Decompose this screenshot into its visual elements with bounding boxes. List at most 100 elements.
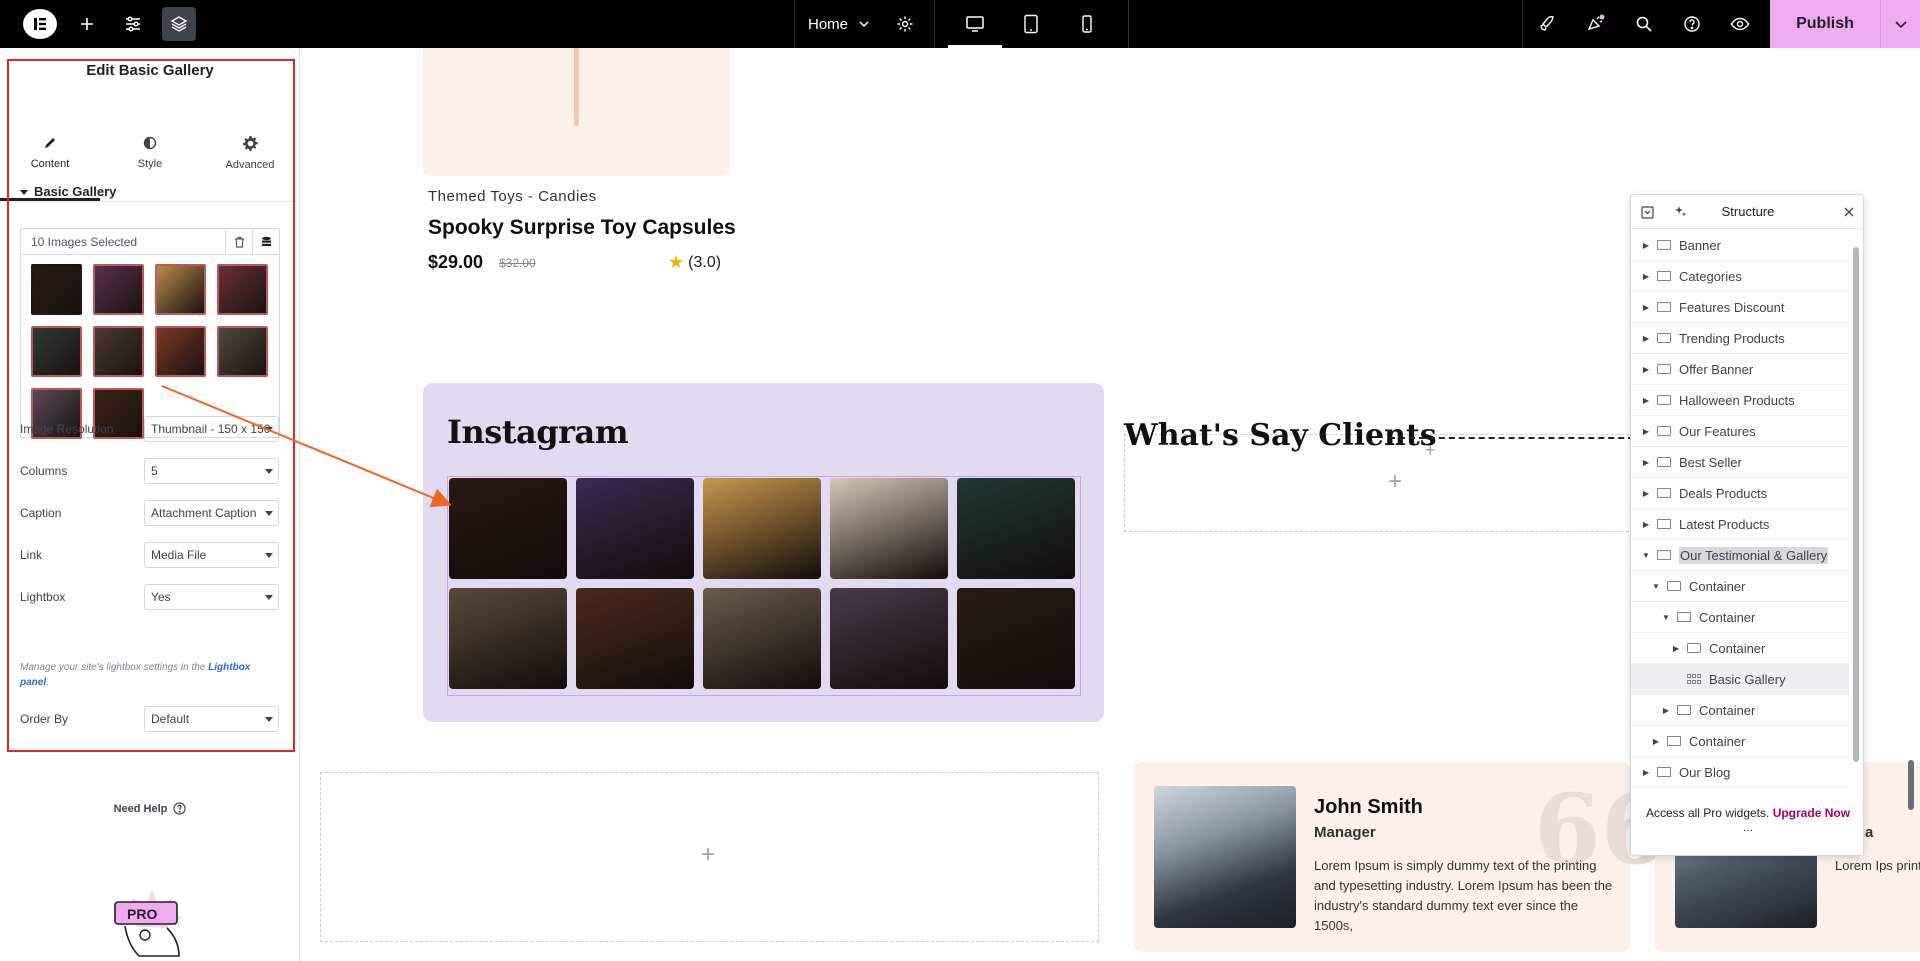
caret-right-icon[interactable]: ▶ bbox=[1651, 737, 1661, 746]
upgrade-now-link[interactable]: Upgrade Now bbox=[1773, 806, 1850, 820]
structure-scrollbar[interactable] bbox=[1853, 247, 1859, 762]
caret-down-icon bbox=[265, 553, 273, 558]
settings-gear-icon[interactable] bbox=[888, 0, 922, 48]
notification-icon[interactable] bbox=[1578, 0, 1612, 48]
structure-item[interactable]: ▼ Container bbox=[1631, 602, 1849, 633]
caret-right-icon[interactable]: ▶ bbox=[1641, 768, 1651, 777]
need-help-link[interactable]: Need Help bbox=[0, 802, 300, 815]
gallery-thumbnail[interactable] bbox=[31, 264, 82, 315]
structure-item[interactable]: ▶ Deals Products bbox=[1631, 478, 1849, 509]
structure-item[interactable]: ▶ Our Features bbox=[1631, 416, 1849, 447]
canvas-scrollbar[interactable] bbox=[1908, 760, 1914, 810]
empty-container[interactable]: + bbox=[320, 772, 1099, 942]
images-selected-label[interactable]: 10 Images Selected bbox=[21, 235, 225, 249]
structure-item[interactable]: ▶ Container bbox=[1631, 726, 1849, 757]
gallery-thumbnail[interactable] bbox=[155, 264, 206, 315]
add-element-plus-icon[interactable]: + bbox=[1388, 468, 1402, 496]
caret-right-icon[interactable]: ▶ bbox=[1641, 520, 1651, 529]
structure-item[interactable]: ▶ Container bbox=[1631, 633, 1849, 664]
structure-item[interactable]: ▶ Halloween Products bbox=[1631, 385, 1849, 416]
caret-down-icon[interactable]: ▼ bbox=[1641, 551, 1651, 560]
structure-item[interactable]: ▶ Categories bbox=[1631, 261, 1849, 292]
search-icon[interactable] bbox=[1627, 0, 1661, 48]
structure-item[interactable]: ▶ Latest Products bbox=[1631, 509, 1849, 540]
page-selector[interactable]: Home bbox=[808, 0, 870, 48]
structure-item[interactable]: ▼ Container bbox=[1631, 571, 1849, 602]
caret-right-icon[interactable]: ▶ bbox=[1671, 644, 1681, 653]
structure-item[interactable]: ▶ Features Discount bbox=[1631, 292, 1849, 323]
testimonial-card[interactable]: John Smith Manager 66 Lorem Ipsum is sim… bbox=[1134, 762, 1668, 952]
gallery-image[interactable] bbox=[449, 478, 567, 579]
structure-item[interactable]: ▶Best Brands bbox=[1631, 788, 1849, 790]
database-icon[interactable] bbox=[252, 228, 279, 255]
caret-down-icon[interactable]: ▼ bbox=[1661, 613, 1671, 622]
caret-right-icon[interactable]: ▶ bbox=[1641, 303, 1651, 312]
caret-down-icon[interactable]: ▼ bbox=[1651, 582, 1661, 591]
trash-icon[interactable] bbox=[225, 228, 252, 255]
structure-item[interactable]: ▶ Offer Banner bbox=[1631, 354, 1849, 385]
structure-item[interactable]: ▼ Our Testimonial & Gallery bbox=[1631, 540, 1849, 571]
add-element-plus-icon[interactable]: + bbox=[701, 841, 715, 869]
gallery-thumbnail[interactable] bbox=[93, 326, 144, 377]
help-icon[interactable] bbox=[1675, 0, 1709, 48]
gallery-image[interactable] bbox=[957, 478, 1075, 579]
layers-icon[interactable] bbox=[162, 7, 196, 41]
caret-right-icon[interactable]: ▶ bbox=[1641, 334, 1651, 343]
product-category[interactable]: Themed Toys - Candies bbox=[428, 188, 597, 205]
gallery-thumbnail[interactable] bbox=[217, 264, 268, 315]
gallery-image[interactable] bbox=[449, 588, 567, 689]
instagram-section[interactable]: Instagram bbox=[423, 383, 1104, 722]
image-resolution-select[interactable]: Thumbnail - 150 x 150 bbox=[144, 416, 279, 442]
caption-select[interactable]: Attachment Caption bbox=[144, 500, 279, 526]
structure-item[interactable]: ▶ Container bbox=[1631, 695, 1849, 726]
sliders-icon[interactable] bbox=[116, 0, 150, 48]
structure-item[interactable]: ▶ Banner bbox=[1631, 230, 1849, 261]
structure-item-label: Our Blog bbox=[1679, 764, 1731, 780]
add-element-plus-icon[interactable]: + bbox=[1425, 440, 1436, 461]
gallery-thumbnail[interactable] bbox=[155, 326, 206, 377]
gallery-thumbnail[interactable] bbox=[31, 326, 82, 377]
gallery-image[interactable] bbox=[576, 588, 694, 689]
section-basic-gallery[interactable]: Basic Gallery bbox=[20, 184, 116, 199]
caret-right-icon[interactable]: ▶ bbox=[1661, 706, 1671, 715]
eye-icon[interactable] bbox=[1723, 0, 1757, 48]
link-select[interactable]: Media File bbox=[144, 542, 279, 568]
elementor-logo-icon[interactable] bbox=[23, 9, 57, 39]
caret-right-icon[interactable]: ▶ bbox=[1641, 489, 1651, 498]
gallery-thumbnail[interactable] bbox=[93, 264, 144, 315]
caret-right-icon[interactable]: ▶ bbox=[1641, 458, 1651, 467]
rocket-icon[interactable] bbox=[1530, 0, 1564, 48]
structure-item[interactable]: Basic Gallery bbox=[1631, 664, 1849, 695]
gallery-image[interactable] bbox=[576, 478, 694, 579]
close-icon[interactable] bbox=[1841, 204, 1857, 220]
caret-right-icon[interactable]: ▶ bbox=[1641, 241, 1651, 250]
structure-item[interactable]: ▶ Trending Products bbox=[1631, 323, 1849, 354]
gallery-image[interactable] bbox=[703, 478, 821, 579]
gallery-thumbnail[interactable] bbox=[217, 326, 268, 377]
tab-advanced[interactable]: Advanced bbox=[200, 104, 300, 202]
plus-icon[interactable] bbox=[70, 0, 104, 48]
select-value: 5 bbox=[151, 464, 158, 478]
gallery-image[interactable] bbox=[957, 588, 1075, 689]
caret-right-icon[interactable]: ▶ bbox=[1641, 365, 1651, 374]
lightbox-select[interactable]: Yes bbox=[144, 584, 279, 610]
help-text: Manage your site's lightbox settings in … bbox=[20, 662, 206, 673]
product-name[interactable]: Spooky Surprise Toy Capsules bbox=[428, 216, 736, 240]
gallery-image[interactable] bbox=[703, 588, 821, 689]
publish-options-button[interactable] bbox=[1880, 0, 1920, 48]
publish-button[interactable]: Publish bbox=[1770, 0, 1880, 48]
tablet-icon[interactable] bbox=[1004, 0, 1058, 48]
basic-gallery-widget[interactable] bbox=[447, 476, 1081, 696]
caret-right-icon[interactable]: ▶ bbox=[1641, 396, 1651, 405]
gallery-image[interactable] bbox=[830, 478, 948, 579]
field-label: Link bbox=[20, 548, 43, 562]
caret-right-icon[interactable]: ▶ bbox=[1641, 272, 1651, 281]
gallery-image[interactable] bbox=[830, 588, 948, 689]
desktop-icon[interactable] bbox=[948, 0, 1002, 48]
order-by-select[interactable]: Default bbox=[144, 706, 279, 732]
structure-item[interactable]: ▶ Best Seller bbox=[1631, 447, 1849, 478]
caret-right-icon[interactable]: ▶ bbox=[1641, 427, 1651, 436]
structure-item[interactable]: ▶ Our Blog bbox=[1631, 757, 1849, 788]
columns-select[interactable]: 5 bbox=[144, 458, 279, 484]
mobile-icon[interactable] bbox=[1060, 0, 1114, 48]
